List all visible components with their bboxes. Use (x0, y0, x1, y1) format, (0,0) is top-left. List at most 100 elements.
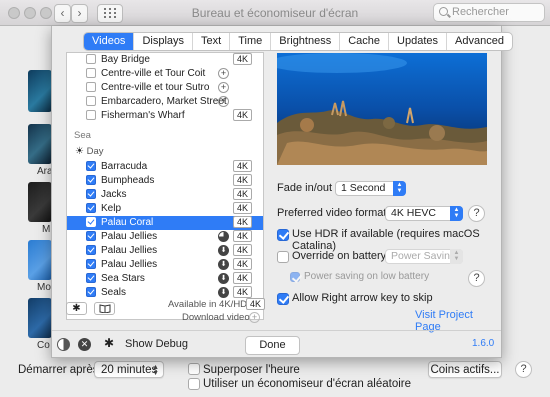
settings-tabs: Videos Displays Text Time Brightness Cac… (83, 32, 513, 51)
list-item[interactable]: Bumpheads 4K (67, 174, 263, 188)
list-item[interactable]: Bay Bridge 4K (67, 53, 263, 67)
list-item[interactable]: Fisherman's Wharf 4K (67, 109, 263, 123)
tab-brightness[interactable]: Brightness (271, 33, 341, 50)
grid-icon (104, 8, 116, 18)
plus-icon[interactable]: + (218, 82, 229, 93)
appearance-toggle-icon[interactable] (57, 338, 70, 351)
video-checkbox[interactable] (86, 54, 96, 64)
video-name: Centre-ville et Tour Coit (101, 68, 206, 79)
tab-advanced[interactable]: Advanced (447, 33, 512, 50)
help-label: ? (473, 207, 480, 219)
tab-updates[interactable]: Updates (389, 33, 448, 50)
list-item[interactable]: Centre-ville et tour Sutro + (67, 81, 263, 95)
battery-help-button[interactable]: ? (468, 270, 485, 287)
close-circle-icon[interactable]: ✕ (78, 338, 91, 351)
video-checkbox[interactable] (86, 217, 96, 227)
video-checkbox[interactable] (86, 259, 96, 269)
video-list[interactable]: Bay Bridge 4K Centre-ville et Tour Coit … (66, 52, 264, 320)
video-name: Palau Jellies (101, 245, 158, 256)
show-all-button[interactable] (97, 4, 123, 23)
plus-icon[interactable]: + (218, 96, 229, 107)
show-debug-label[interactable]: Show Debug (125, 338, 188, 350)
list-item-selected[interactable]: Palau Coral 4K (67, 216, 263, 230)
format-value: 4K HEVC (391, 207, 436, 219)
video-checkbox[interactable] (86, 231, 96, 241)
fade-select[interactable]: 1 Second ▲ ▼ (335, 181, 406, 196)
saver-label: Mo (37, 282, 51, 293)
download-icon[interactable]: ⬇ (218, 287, 229, 298)
battery-override-label: Override on battery (292, 250, 387, 262)
download-icon[interactable]: ⬇ (218, 259, 229, 270)
power-saving-checkbox[interactable] (290, 272, 300, 282)
4k-badge: 4K (233, 258, 253, 270)
start-after-select[interactable]: 20 minutes ▲ ▼ (94, 361, 164, 378)
right-arrow-skip-checkbox[interactable] (277, 293, 289, 305)
video-checkbox[interactable] (86, 189, 96, 199)
video-checkbox[interactable] (86, 110, 96, 120)
start-after-label: Démarrer après (18, 364, 99, 376)
saver-thumbnail[interactable] (28, 182, 52, 222)
list-item[interactable]: Embarcadero, Market Street + (67, 95, 263, 109)
list-item[interactable]: Barracuda 4K (67, 160, 263, 174)
book-button[interactable] (94, 302, 115, 315)
video-checkbox[interactable] (86, 161, 96, 171)
tab-time[interactable]: Time (230, 33, 272, 50)
video-checkbox[interactable] (86, 68, 96, 78)
tab-videos[interactable]: Videos (84, 33, 135, 50)
download-icon[interactable]: ⬇ (218, 273, 229, 284)
settings-gear-button[interactable]: ✱ (66, 302, 87, 315)
hot-corners-button[interactable]: Coins actifs... (428, 361, 502, 378)
back-button[interactable]: ‹ (54, 4, 71, 23)
random-saver-checkbox[interactable] (188, 378, 200, 390)
video-checkbox[interactable] (86, 273, 96, 283)
list-item[interactable]: Jacks 4K (67, 188, 263, 202)
format-select[interactable]: 4K HEVC ▲ ▼ (385, 206, 463, 221)
forward-button[interactable]: › (71, 4, 88, 23)
saver-thumbnail[interactable] (28, 124, 52, 164)
hdr-checkbox[interactable] (277, 229, 289, 241)
done-button[interactable]: Done (245, 336, 300, 355)
video-name: Fisherman's Wharf (101, 110, 185, 121)
up-down-arrows-icon: ▲ ▼ (450, 206, 463, 221)
tab-cache[interactable]: Cache (340, 33, 390, 50)
saver-thumbnail[interactable] (28, 298, 52, 338)
format-help-button[interactable]: ? (468, 205, 485, 222)
zoom-window-button[interactable] (40, 7, 52, 19)
download-video-label: Download video (182, 312, 250, 323)
video-checkbox[interactable] (86, 287, 96, 297)
window-title: Bureau et économiseur d'écran (191, 6, 359, 20)
saver-thumbnail[interactable] (28, 70, 52, 112)
list-item[interactable]: Kelp 4K (67, 202, 263, 216)
video-checkbox[interactable] (86, 96, 96, 106)
list-item[interactable]: Palau Jellies 4K (67, 230, 263, 244)
video-checkbox[interactable] (86, 203, 96, 213)
list-item[interactable]: Palau Jellies ⬇ 4K (67, 258, 263, 272)
download-icon[interactable]: ⬇ (218, 245, 229, 256)
available-4k-label: Available in 4K/HDR (168, 299, 254, 310)
show-clock-checkbox[interactable] (188, 363, 200, 375)
tab-displays[interactable]: Displays (134, 33, 194, 50)
minimize-window-button[interactable] (24, 7, 36, 19)
plus-icon[interactable]: + (218, 68, 229, 79)
tab-text[interactable]: Text (193, 33, 231, 50)
saver-thumbnail[interactable] (28, 240, 52, 280)
list-item[interactable]: Centre-ville et Tour Coit + (67, 67, 263, 81)
video-checkbox[interactable] (86, 82, 96, 92)
fade-label: Fade in/out (277, 182, 333, 194)
video-checkbox[interactable] (86, 175, 96, 185)
start-after-value: 20 minutes (101, 364, 158, 376)
list-item[interactable]: Palau Jellies ⬇ 4K (67, 244, 263, 258)
battery-override-checkbox[interactable] (277, 251, 289, 263)
section-day-label: Day (86, 146, 104, 157)
list-item[interactable]: Seals ⬇ 4K (67, 286, 263, 300)
saver-label: Co (37, 340, 50, 351)
list-item[interactable]: Sea Stars ⬇ 4K (67, 272, 263, 286)
4k-badge: 4K (246, 298, 266, 310)
video-checkbox[interactable] (86, 245, 96, 255)
search-field[interactable]: Rechercher (433, 3, 545, 22)
close-window-button[interactable] (8, 7, 20, 19)
battery-mode-value: Power Saving (391, 250, 456, 262)
help-button[interactable]: ? (515, 361, 532, 378)
battery-mode-select[interactable]: Power Saving ▲ ▼ (385, 249, 463, 264)
aerial-settings-sheet: Videos Displays Text Time Brightness Cac… (51, 26, 513, 358)
